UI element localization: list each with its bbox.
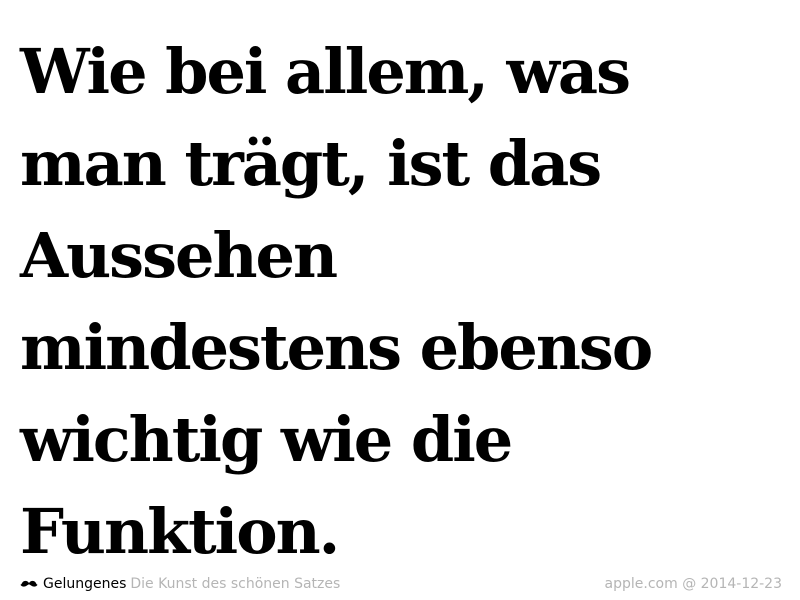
quote-line: man trägt, ist das — [20, 127, 602, 200]
footer: Gelungenes Die Kunst des schönen Satzes … — [20, 574, 782, 594]
source-attribution: apple.com @ 2014-12-23 — [604, 576, 782, 592]
quote-line: mindestens ebenso — [20, 311, 653, 384]
quote-line: Funktion. — [20, 495, 340, 568]
brand-name: Gelungenes — [43, 576, 127, 592]
mustache-icon — [20, 580, 38, 587]
quote-line: Aussehen — [20, 219, 338, 292]
quote-line: wichtig wie die — [20, 403, 513, 476]
brand: Gelungenes Die Kunst des schönen Satzes — [20, 574, 340, 594]
tagline: Die Kunst des schönen Satzes — [130, 576, 341, 592]
quote-text: Wie bei allem, was man trägt, ist das Au… — [20, 26, 790, 578]
quote-line: Wie bei allem, was — [20, 35, 631, 108]
